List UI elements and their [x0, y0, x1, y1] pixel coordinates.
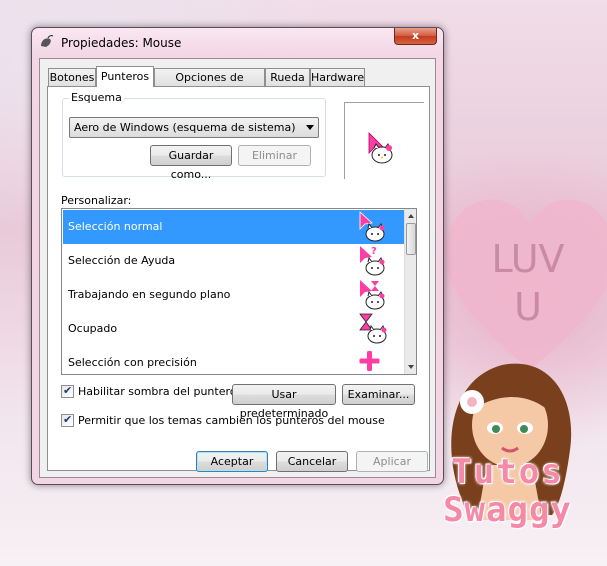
scheme-selected-value: Aero de Windows (esquema de sistema) [74, 121, 296, 134]
chevron-down-icon [306, 125, 314, 130]
tab-punteros[interactable]: Punteros [96, 66, 154, 87]
list-item-working-in-background[interactable]: Trabajando en segundo plano [63, 278, 405, 312]
list-item-label: Selección normal [68, 220, 163, 233]
hourglass-hello-kitty-icon [357, 313, 391, 345]
shadow-checkbox-label: Habilitar sombra del puntero [78, 385, 237, 398]
punteros-tab-panel: Esquema Aero de Windows (esquema de sist… [47, 86, 430, 471]
tab-rueda[interactable]: Rueda [265, 68, 310, 86]
themes-checkbox-label: Permitir que los temas cambien los punte… [78, 414, 385, 427]
themes-checkbox-row[interactable]: Permitir que los temas cambien los punte… [61, 413, 401, 428]
mouse-icon [38, 34, 54, 50]
scroll-down-icon[interactable] [406, 362, 416, 372]
scheme-groupbox: Esquema Aero de Windows (esquema de sist… [62, 91, 326, 181]
tab-botones[interactable]: Botones [48, 68, 96, 86]
pointer-preview [344, 102, 424, 179]
tab-hardware[interactable]: Hardware [310, 68, 365, 86]
use-default-button[interactable]: Usar predeterminado [232, 384, 336, 420]
list-item-help-select[interactable]: Selección de Ayuda ? [63, 244, 405, 278]
themes-checkbox[interactable] [61, 413, 74, 427]
apply-button[interactable]: Aplicar [356, 451, 428, 472]
ok-button[interactable]: Aceptar [196, 451, 268, 472]
watermark-line-2: Swaggy [443, 490, 572, 530]
scroll-thumb[interactable] [406, 223, 416, 255]
scheme-group-label: Esquema [69, 91, 124, 104]
browse-button[interactable]: Examinar... [342, 384, 415, 405]
list-item-precision-select[interactable]: Selección con precisión [63, 346, 405, 374]
list-item-busy[interactable]: Ocupado [63, 312, 405, 346]
svg-text:?: ? [371, 246, 377, 257]
arrow-hello-kitty-icon [357, 211, 391, 243]
busy-arrow-hello-kitty-icon [357, 279, 391, 311]
close-button[interactable]: x [394, 28, 437, 45]
title-bar[interactable]: Propiedades: Mouse x [32, 28, 443, 56]
pointer-list[interactable]: Selección normal Selección de Ayuda ? Tr… [61, 208, 417, 375]
list-item-label: Ocupado [68, 322, 118, 335]
shadow-checkbox-row[interactable]: Habilitar sombra del puntero [61, 384, 261, 399]
window-title: Propiedades: Mouse [61, 36, 182, 50]
list-item-label: Selección con precisión [68, 356, 197, 369]
heart-text-luv: LUV [491, 237, 564, 281]
list-item-label: Trabajando en segundo plano [68, 288, 231, 301]
list-item-label: Selección de Ayuda [68, 254, 176, 267]
delete-scheme-button[interactable]: Eliminar [238, 145, 311, 166]
mouse-properties-window: Propiedades: Mouse x Botones Punteros Op… [31, 27, 444, 485]
cancel-button[interactable]: Cancelar [276, 451, 348, 472]
customize-label: Personalizar: [61, 194, 132, 207]
list-scrollbar[interactable] [404, 209, 416, 374]
heart-text-u: U [514, 285, 542, 329]
tab-opciones-de-puntero[interactable]: Opciones de puntero [154, 68, 265, 101]
precision-cross-icon [357, 347, 391, 374]
shadow-checkbox[interactable] [61, 384, 74, 398]
list-item-normal-select[interactable]: Selección normal [63, 210, 405, 244]
scroll-up-icon[interactable] [406, 211, 416, 221]
help-hello-kitty-icon: ? [357, 245, 391, 277]
dialog-client-area: Botones Punteros Opciones de puntero Rue… [39, 58, 436, 478]
scheme-select[interactable]: Aero de Windows (esquema de sistema) [69, 117, 319, 138]
save-as-button[interactable]: Guardar como... [150, 145, 232, 181]
arrow-hello-kitty-icon [368, 132, 393, 164]
